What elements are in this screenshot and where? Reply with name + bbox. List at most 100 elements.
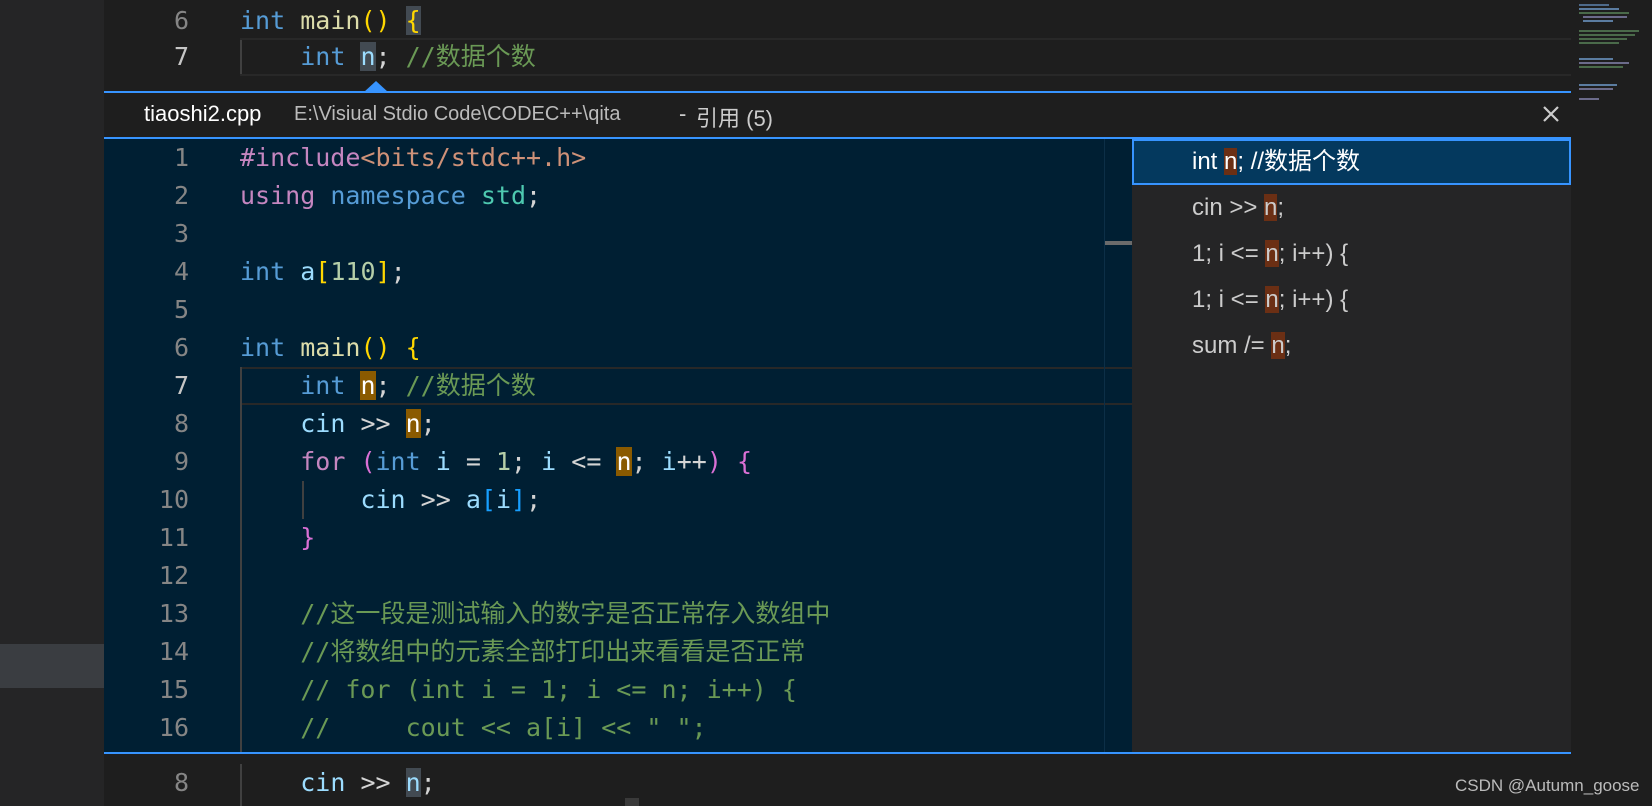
minimap-line (1579, 38, 1627, 40)
peek-file-path: E:\Visiual Stdio Code\CODEC++\qita (294, 103, 621, 125)
line-number: 16 (158, 713, 189, 742)
code-line-7[interactable]: int n; //数据个数 (240, 38, 536, 76)
peek-code-line-4[interactable]: int a[110]; (240, 253, 406, 291)
peek-code-line-2[interactable]: using namespace std; (240, 177, 541, 215)
token-keyword: int (300, 42, 346, 71)
token-semicolon: ; (526, 485, 542, 514)
references-list[interactable]: int n; //数据个数 cin >> n; 1; i <= n; i++) … (1132, 139, 1571, 752)
reference-text: ; (1277, 194, 1285, 221)
line-number: 8 (173, 409, 189, 438)
peek-pointer-arrow (364, 81, 388, 92)
peek-separator: - (679, 101, 687, 126)
code-line-6[interactable]: int main() { (240, 2, 421, 40)
close-icon[interactable] (1538, 101, 1564, 127)
references-peek-widget[interactable]: tiaoshi2.cpp E:\Visiual Stdio Code\CODEC… (104, 91, 1571, 754)
token-variable: a (465, 485, 481, 514)
token-bracket: ] (511, 485, 527, 514)
peek-file-name[interactable]: tiaoshi2.cpp (144, 101, 261, 127)
token-keyword: int (375, 447, 421, 476)
token-semicolon: ; (631, 447, 647, 476)
reference-text: ; //数据个数 (1237, 148, 1361, 175)
minimap-line (1579, 58, 1613, 60)
peek-code-line-6[interactable]: int main() { (240, 329, 421, 367)
peek-code-line-10[interactable]: cin >> a[i]; (240, 481, 541, 519)
line-number: 1 (173, 143, 189, 172)
peek-code-line-15[interactable]: // for (int i = 1; i <= n; i++) { (240, 671, 797, 709)
token-bracket: ] (375, 257, 391, 286)
token-comment: //这一段是测试输入的数字是否正常存入数组中 (300, 599, 831, 628)
scrollbar-marker (625, 798, 639, 806)
minimap-line (1579, 8, 1619, 10)
peek-bottom-border (104, 752, 1571, 754)
reference-text: int (1192, 148, 1225, 175)
line-number: 3 (173, 219, 189, 248)
token-variable-highlight: n (360, 371, 376, 400)
reference-match: n (1265, 240, 1279, 267)
line-number: 13 (158, 599, 189, 628)
reference-item[interactable]: 1; i <= n; i++) { (1132, 231, 1571, 277)
reference-match: n (1265, 286, 1279, 313)
minimap[interactable] (1571, 0, 1652, 806)
peek-code-line-14[interactable]: //将数组中的元素全部打印出来看看是否正常 (240, 633, 805, 671)
reference-text: 1; i <= (1192, 240, 1266, 267)
token-keyword: int (240, 257, 286, 286)
token-operator: >> (360, 409, 391, 438)
token-paren: () (360, 333, 391, 362)
reference-item[interactable]: 1; i <= n; i++) { (1132, 277, 1571, 323)
token-header: <bits/stdc++.h> (360, 143, 587, 172)
peek-code-line-16[interactable]: // cout << a[i] << " "; (240, 709, 706, 747)
token-operator: = (465, 447, 481, 476)
token-variable: i (435, 447, 451, 476)
peek-code-line-8[interactable]: cin >> n; (240, 405, 436, 443)
line-number: 7 (173, 42, 189, 71)
token-variable: a (300, 257, 316, 286)
line-number: 14 (158, 637, 189, 666)
side-panel (0, 0, 104, 806)
token-semicolon: ; (420, 409, 436, 438)
side-panel-selected-item[interactable] (0, 644, 104, 688)
token-keyword: int (240, 333, 286, 362)
minimap-line (1583, 20, 1613, 22)
minimap-line (1579, 88, 1613, 90)
peek-code-line-1[interactable]: #include<bits/stdc++.h> (240, 139, 586, 177)
token-variable: i (541, 447, 557, 476)
peek-code-line-9[interactable]: for (int i = 1; i <= n; i++) { (240, 443, 752, 481)
scrollbar-track[interactable] (1104, 139, 1105, 752)
token-comment: //数据个数 (405, 371, 536, 400)
token-keyword: int (240, 6, 286, 35)
peek-code-line-11[interactable]: } (240, 519, 315, 557)
token-semicolon: ; (420, 768, 436, 797)
token-brace: } (300, 523, 316, 552)
reference-item[interactable]: cin >> n; (1132, 185, 1571, 231)
line-number: 5 (173, 295, 189, 324)
reference-item[interactable]: int n; //数据个数 (1132, 139, 1571, 185)
token-variable: i (661, 447, 677, 476)
minimap-line (1579, 66, 1623, 68)
line-number: 15 (158, 675, 189, 704)
token-function: main (300, 6, 361, 35)
token-bracket: [ (315, 257, 331, 286)
code-line-8[interactable]: cin >> n; (240, 764, 436, 802)
minimap-line (1583, 16, 1627, 18)
token-brace: { (405, 6, 421, 35)
minimap-line (1579, 34, 1635, 36)
peek-code-line-7[interactable]: int n; //数据个数 (240, 367, 536, 405)
token-number: 110 (330, 257, 376, 286)
token-brace: { (736, 447, 752, 476)
peek-header: tiaoshi2.cpp E:\Visiual Stdio Code\CODEC… (104, 91, 1571, 139)
reference-match: n (1271, 332, 1285, 359)
token-variable: i (495, 485, 511, 514)
token-keyword: for (300, 447, 346, 476)
token-variable: cin (300, 409, 346, 438)
token-variable: n (360, 42, 376, 71)
minimap-line (1579, 84, 1617, 86)
peek-code-line-13[interactable]: //这一段是测试输入的数字是否正常存入数组中 (240, 595, 830, 633)
reference-item[interactable]: sum /= n; (1132, 323, 1571, 369)
minimap-line (1579, 42, 1619, 44)
overview-ruler-marker (1104, 241, 1132, 245)
token-operator: >> (420, 485, 451, 514)
token-keyword: namespace (330, 181, 466, 210)
reference-match: n (1264, 194, 1278, 221)
token-bracket: [ (480, 485, 496, 514)
token-variable: cin (300, 768, 346, 797)
